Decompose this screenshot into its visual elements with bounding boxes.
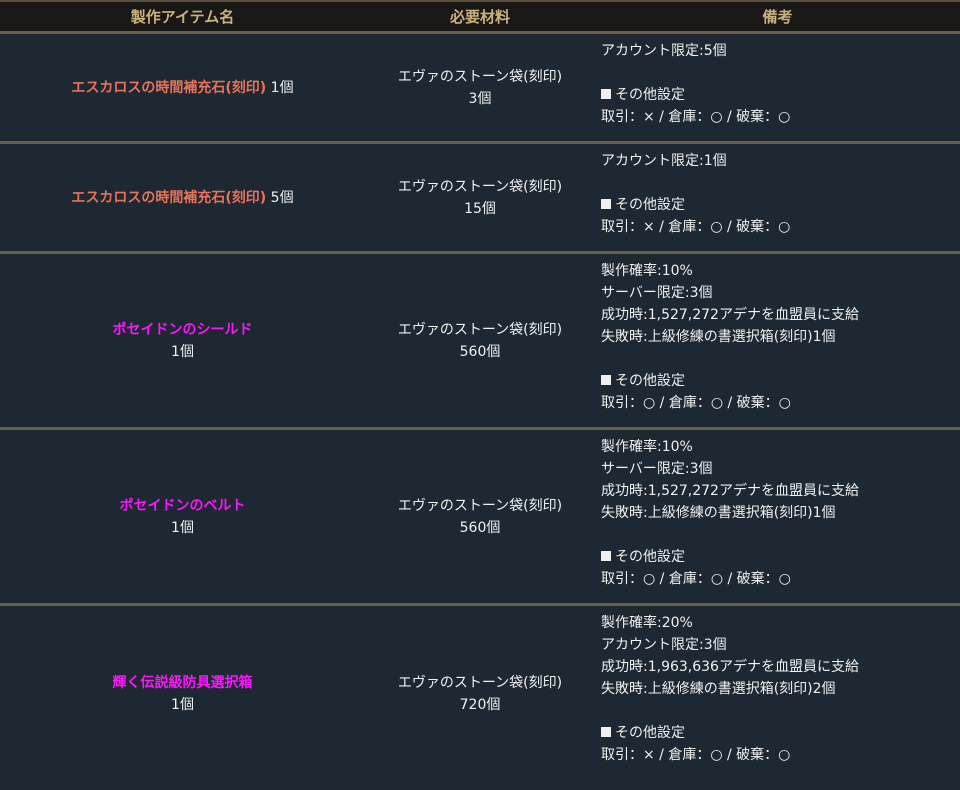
note-line: 製作確率:20% [601,615,693,631]
material-quantity: 560個 [459,343,501,360]
note-line: 成功時:1,963,636アデナを血盟員に支給 [601,659,859,675]
materials-cell: エヴァのストーン袋(刻印) 560個 [365,430,595,603]
table-body: エスカロスの時間補充石(刻印) 1個 エヴァのストーン袋(刻印) 3個 アカウント限定… [0,34,960,781]
material-quantity: 720個 [459,696,501,713]
material-name: エヴァのストーン袋(刻印) [397,674,563,691]
other-settings-label: その他設定 [615,549,685,565]
header-item-name: 製作アイテム名 [130,8,235,26]
material-quantity: 15個 [464,200,496,217]
item-cell: ポセイドンのベルト 1個 [0,430,365,603]
notes-cell: アカウント限定:5個その他設定取引：× / 倉庫：○ / 破棄：○ [595,34,960,141]
material-quantity: 3個 [468,90,492,107]
note-line: 製作確率:10% [601,263,693,279]
trade-settings-line: 取引：○ / 倉庫：○ / 破棄：○ [601,395,791,411]
square-bullet-icon [601,199,611,209]
item-name-line: ポセイドンのベルト [120,495,246,517]
crafting-table: 製作アイテム名 必要材料 備考 エスカロスの時間補充石(刻印) 1個エヴァのスト… [0,0,960,790]
item-quantity: 1個 [171,519,194,536]
notes-cell: 製作確率:10% サーバー限定:3個成功時:1,527,272アデナを血盟員に支給… [595,254,960,427]
item-name-line: エスカロスの時間補充石(刻印) 1個 [71,77,293,99]
table-row: 輝く伝説級防具選択箱 1個 エヴァのストーン袋(刻印) 720個 製作確率:20% アカウ… [0,606,960,781]
other-settings-heading: その他設定 [601,194,685,216]
materials-cell: エヴァのストーン袋(刻印) 720個 [365,606,595,781]
item-quantity: 1個 [171,343,194,360]
materials-cell: エヴァのストーン袋(刻印) 3個 [365,34,595,141]
other-settings-label: その他設定 [615,725,685,741]
header-materials: 必要材料 [449,8,510,26]
table-row: ポセイドンのシールド 1個 エヴァのストーン袋(刻印) 560個 製作確率:10% サーバ… [0,254,960,430]
notes-cell: 製作確率:20% アカウント限定:3個成功時:1,963,636アデナを血盟員に支… [595,606,960,781]
note-line: アカウント限定:3個 [601,637,727,653]
item-cell: エスカロスの時間補充石(刻印) 5個 [0,144,365,251]
note-line: 失敗時:上級修練の書選択箱(刻印)1個 [601,329,836,345]
square-bullet-icon [601,375,611,385]
trade-settings-line: 取引：× / 倉庫：○ / 破棄：○ [601,109,791,125]
header-notes: 備考 [762,8,793,26]
other-settings-heading: その他設定 [601,722,685,744]
item-name-line: エスカロスの時間補充石(刻印) 5個 [71,187,293,209]
table-header: 製作アイテム名 必要材料 備考 [0,0,960,34]
item-name-line: 輝く伝説級防具選択箱 [113,672,253,694]
note-line: 製作確率:10% [601,439,693,455]
square-bullet-icon [601,727,611,737]
note-line: サーバー限定:3個 [601,461,713,477]
note-line: 成功時:1,527,272アデナを血盟員に支給 [601,483,859,499]
note-line: 成功時:1,527,272アデナを血盟員に支給 [601,307,859,323]
item-quantity: 1個 [171,696,194,713]
note-line: アカウント限定:5個 [601,43,727,59]
material-name: エヴァのストーン袋(刻印) [397,68,563,85]
note-line: サーバー限定:3個 [601,285,713,301]
trade-settings-line: 取引：× / 倉庫：○ / 破棄：○ [601,219,791,235]
material-quantity: 560個 [459,519,501,536]
notes-cell: アカウント限定:1個その他設定取引：× / 倉庫：○ / 破棄：○ [595,144,960,251]
other-settings-label: その他設定 [615,197,685,213]
material-name: エヴァのストーン袋(刻印) [397,321,563,338]
material-name: エヴァのストーン袋(刻印) [397,178,563,195]
note-line: 失敗時:上級修練の書選択箱(刻印)2個 [601,681,836,697]
item-name: ポセイドンのベルト [119,497,246,514]
item-name-line: ポセイドンのシールド [113,319,253,341]
trade-settings-line: 取引：× / 倉庫：○ / 破棄：○ [601,747,791,763]
square-bullet-icon [601,551,611,561]
item-quantity: 5個 [270,189,294,206]
item-cell: ポセイドンのシールド 1個 [0,254,365,427]
item-name: 輝く伝説級防具選択箱 [112,674,253,691]
item-cell: 輝く伝説級防具選択箱 1個 [0,606,365,781]
notes-cell: 製作確率:10% サーバー限定:3個成功時:1,527,272アデナを血盟員に支給… [595,430,960,603]
item-quantity: 1個 [270,79,294,96]
item-name: エスカロスの時間補充石(刻印) [71,79,267,96]
square-bullet-icon [601,89,611,99]
trade-settings-line: 取引：○ / 倉庫：○ / 破棄：○ [601,571,791,587]
table-row: ポセイドンのベルト 1個 エヴァのストーン袋(刻印) 560個 製作確率:10% サーバー… [0,430,960,606]
material-name: エヴァのストーン袋(刻印) [397,497,563,514]
item-name: エスカロスの時間補充石(刻印) [71,189,267,206]
materials-cell: エヴァのストーン袋(刻印) 15個 [365,144,595,251]
table-row: エスカロスの時間補充石(刻印) 1個 エヴァのストーン袋(刻印) 3個 アカウント限定… [0,34,960,144]
table-row: エスカロスの時間補充石(刻印) 5個 エヴァのストーン袋(刻印) 15個 アカウント限… [0,144,960,254]
note-line: 失敗時:上級修練の書選択箱(刻印)1個 [601,505,836,521]
other-settings-heading: その他設定 [601,84,685,106]
materials-cell: エヴァのストーン袋(刻印) 560個 [365,254,595,427]
other-settings-heading: その他設定 [601,370,685,392]
other-settings-label: その他設定 [615,373,685,389]
other-settings-label: その他設定 [615,87,685,103]
item-name: ポセイドンのシールド [112,321,253,338]
other-settings-heading: その他設定 [601,546,685,568]
note-line: アカウント限定:1個 [601,153,727,169]
item-cell: エスカロスの時間補充石(刻印) 1個 [0,34,365,141]
